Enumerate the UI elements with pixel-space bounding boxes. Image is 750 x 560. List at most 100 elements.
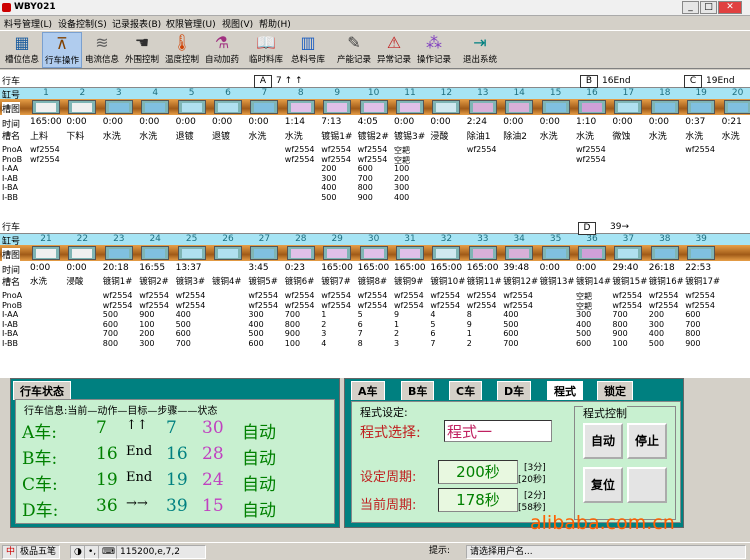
tank[interactable] [432,246,461,260]
minimize-button[interactable]: _ [682,1,699,14]
tool-tank-info[interactable]: ▦ 槽位信息 [2,32,42,68]
tab-car-b[interactable]: B车 [401,381,435,400]
tank[interactable] [68,100,97,114]
tank-liquid [181,249,202,258]
tank[interactable] [505,246,534,260]
tank[interactable] [614,246,643,260]
tank-value: 900 [357,192,373,202]
crane-c[interactable]: C [684,75,702,88]
tank[interactable] [432,100,461,114]
ime-name[interactable]: 极品五笔 [16,545,61,559]
reset-button[interactable]: 复位 [583,467,623,503]
crane-b[interactable]: B [580,75,598,88]
tank[interactable] [141,246,170,260]
tank[interactable] [286,246,315,260]
tool-exit[interactable]: ⇥ 退出系统 [460,32,500,68]
tank[interactable] [250,246,279,260]
tank[interactable] [214,246,242,260]
tab-crane-status[interactable]: 行车状态 [13,381,71,400]
tool-capacity-log[interactable]: ✎ 产能记录 [334,32,374,68]
tank[interactable] [214,100,242,114]
menu-item-permission[interactable]: 权限管理(U) [166,17,216,30]
tool-temperature[interactable]: 🌡 温度控制 [162,32,202,68]
tank[interactable] [250,100,279,114]
crane-a[interactable]: A [254,75,272,88]
tank[interactable] [104,100,133,114]
tab-car-c[interactable]: C车 [449,381,483,400]
tank[interactable] [687,246,716,260]
name-row-label: 槽名 [2,278,21,288]
tank[interactable] [578,100,606,114]
tank[interactable] [468,100,497,114]
tank[interactable] [578,246,606,260]
tank-value: 700 [612,310,628,319]
tab-lock[interactable]: 锁定 [597,381,633,400]
tank[interactable] [687,100,716,114]
tank[interactable] [541,100,570,114]
tank[interactable] [396,100,424,114]
menu-item-device[interactable]: 设备控制(S) [58,17,107,30]
crane-d[interactable]: D [578,222,596,235]
tank[interactable] [68,246,97,260]
tank[interactable] [723,100,750,114]
tank[interactable] [650,246,679,260]
tank-value: 400 [321,183,337,192]
auto-button[interactable]: 自动 [583,423,623,459]
tool-master-library[interactable]: ▥ 总料号库 [288,32,328,68]
menu-item-help[interactable]: 帮助(H) [259,17,291,30]
data-row-label: I-AA [2,310,19,319]
tab-car-d[interactable]: D车 [497,381,532,400]
tool-crane-op[interactable]: ⊼ 行车操作 [42,32,82,68]
stop-button[interactable]: 停止 [627,423,667,459]
tank[interactable] [32,100,60,114]
slot-number: 30 [367,234,380,244]
tank[interactable] [32,246,60,260]
tank-value: wf2554 [685,145,715,154]
tab-program[interactable]: 程式 [547,381,583,400]
tank[interactable] [286,100,315,114]
tank[interactable] [177,100,206,114]
tank[interactable] [177,246,206,260]
tank-liquid [108,249,129,258]
tank-name: 水洗 [648,132,667,142]
tool-peripheral[interactable]: ☚ 外围控制 [122,32,162,68]
tank[interactable] [104,246,133,260]
menu-item-report[interactable]: 记录报表(B) [112,17,161,30]
tank-time: 0:00 [66,117,87,127]
tool-error-log[interactable]: ⚠ 异常记录 [374,32,414,68]
tank-value: 1 [394,319,400,329]
tank-name: 镀铜4# [212,277,242,287]
program-select[interactable]: 程式一 [444,420,552,442]
maximize-button[interactable]: □ [700,1,717,14]
tool-operation-log[interactable]: ⁂ 操作记录 [414,32,454,68]
tool-auto-dosing[interactable]: ⚗ 自动加药 [202,32,242,68]
tank-value: 8 [466,310,472,319]
tank[interactable] [359,100,388,114]
tab-car-a[interactable]: A车 [351,381,385,400]
menu-item-view[interactable]: 视图(V) [222,17,253,30]
blank-button[interactable] [627,467,667,503]
tank-name: 镀铜2# [139,277,169,287]
tank-value: wf2554 [321,154,351,164]
tank[interactable] [323,246,352,260]
tank-name: 镀锡2# [357,132,389,142]
tank[interactable] [396,246,424,260]
tank[interactable] [541,246,570,260]
tank-time: 20:18 [102,263,129,273]
tool-current-info[interactable]: ≋ 电流信息 [82,32,122,68]
tank-time: 0:00 [648,117,670,127]
tank[interactable] [650,100,679,114]
tank-name: 镀铜9# [394,277,424,287]
tank[interactable] [323,100,352,114]
tank-name: 水洗 [685,132,704,142]
tank[interactable] [359,246,388,260]
close-button[interactable]: ✕ [718,1,742,14]
crane-status-name: A车: [22,423,58,443]
tank[interactable] [468,246,497,260]
tool-temp-library[interactable]: 📖 临时料库 [246,32,286,68]
menu-item-material[interactable]: 料号管理(L) [4,17,52,30]
slot-number: 14 [513,88,525,98]
tank[interactable] [614,100,643,114]
tank[interactable] [505,100,534,114]
tank[interactable] [141,100,170,114]
